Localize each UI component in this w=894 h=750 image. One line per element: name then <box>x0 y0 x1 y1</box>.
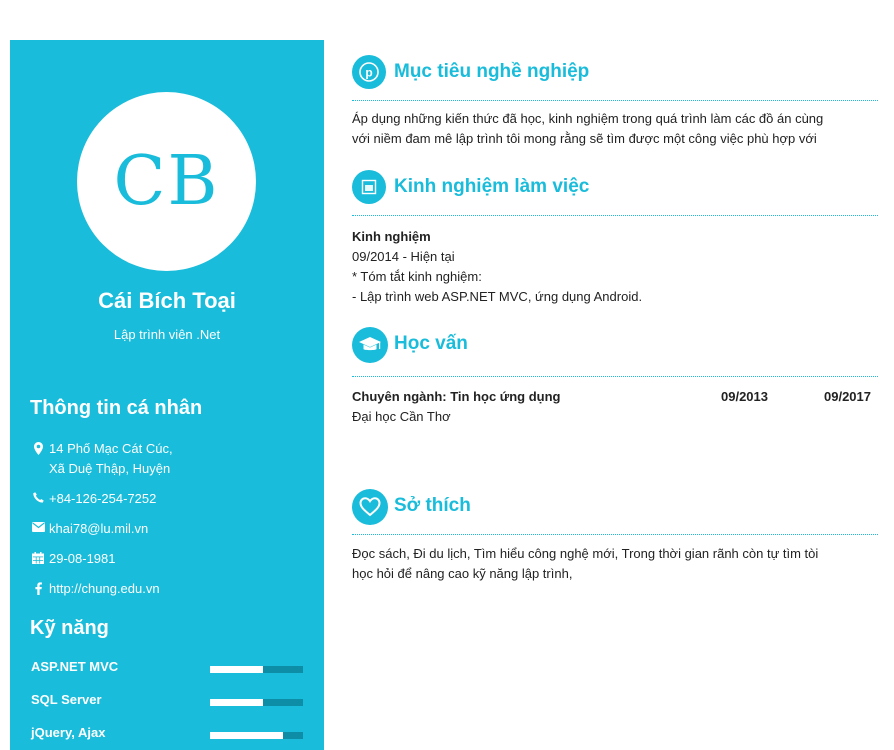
skill-level-bar <box>210 666 303 673</box>
skill-level-fill <box>210 699 263 706</box>
hobbies-header: Sở thích <box>352 489 878 525</box>
facebook-icon <box>28 579 48 595</box>
address-row: 14 Phố Mạc Cát Cúc, Xã Duệ Thập, Huyện <box>28 439 308 479</box>
experience-header: Kinh nghiệm làm việc <box>352 170 878 206</box>
education-header: Học vấn <box>352 327 878 363</box>
phone-text: +84-126-254-7252 <box>49 491 157 506</box>
skill-level-fill <box>210 666 263 673</box>
experience-period: 09/2014 - Hiện tại <box>352 249 455 264</box>
profile-name: Cái Bích Toại <box>98 288 236 313</box>
education-divider <box>352 376 878 377</box>
skill-row: jQuery, Ajax <box>31 723 303 743</box>
envelope-icon <box>28 519 48 532</box>
objective-line-2: với niềm đam mê lập trình tôi mong rằng … <box>352 131 817 146</box>
experience-summary-label: * Tóm tắt kinh nghiệm: <box>352 269 482 284</box>
skill-row: SQL Server <box>31 690 303 710</box>
birthday-row: 29-08-1981 <box>28 549 308 569</box>
education-title: Học vấn <box>394 333 468 354</box>
svg-text:p: p <box>365 66 372 80</box>
map-marker-icon <box>28 439 48 455</box>
website-row: http://chung.edu.vn <box>28 579 308 599</box>
hobbies-line-2: học hỏi để nâng cao kỹ năng lập trình, <box>352 566 573 581</box>
objective-text: Áp dụng những kiến thức đã học, kinh ngh… <box>352 109 882 149</box>
phone-row: +84-126-254-7252 <box>28 489 308 509</box>
hobbies-text: Đọc sách, Đi du lịch, Tìm hiểu công nghệ… <box>352 544 882 584</box>
experience-divider <box>352 215 878 216</box>
hobbies-divider <box>352 534 878 535</box>
education-start-date: 09/2013 <box>721 389 768 404</box>
address-text: 14 Phố Mạc Cát Cúc, Xã Duệ Thập, Huyện <box>48 439 173 479</box>
website-link[interactable]: http://chung.edu.vn <box>48 579 160 599</box>
objective-line-1: Áp dụng những kiến thức đã học, kinh ngh… <box>352 111 824 126</box>
personal-info-heading: Thông tin cá nhân <box>30 397 203 419</box>
profile-sidebar: CB Cái Bích Toại Lập trình viên .Net Thô… <box>10 40 324 750</box>
skills-heading: Kỹ năng <box>30 617 109 639</box>
email-row: khai78@lu.mil.vn <box>28 519 308 539</box>
experience-title: Kinh nghiệm làm việc <box>394 176 590 197</box>
birthday-text: 29-08-1981 <box>49 551 116 566</box>
objective-title: Mục tiêu nghề nghiệp <box>394 61 590 82</box>
avatar: CB <box>77 92 256 271</box>
hobbies-line-1: Đọc sách, Đi du lịch, Tìm hiểu công nghệ… <box>352 546 819 561</box>
skill-level-bar <box>210 699 303 706</box>
skill-label: ASP.NET MVC <box>31 659 119 674</box>
skill-label: SQL Server <box>31 692 102 707</box>
pinterest-icon: p <box>352 55 386 89</box>
hobbies-title: Sở thích <box>394 495 471 516</box>
address-line-1: 14 Phố Mạc Cát Cúc, <box>49 441 173 456</box>
experience-item: Kinh nghiệm 09/2014 - Hiện tại * Tóm tắt… <box>352 227 882 307</box>
experience-role: Kinh nghiệm <box>352 229 431 244</box>
phone-icon <box>28 489 48 503</box>
education-item: Chuyên ngành: Tin học ứng dụng 09/2013 0… <box>352 387 878 427</box>
skill-row: ASP.NET MVC <box>31 657 303 677</box>
graduation-cap-icon <box>352 327 388 363</box>
heart-icon <box>352 489 388 525</box>
objective-divider <box>352 100 878 101</box>
email-text: khai78@lu.mil.vn <box>49 521 149 536</box>
address-line-2: Xã Duệ Thập, Huyện <box>49 461 171 476</box>
education-school: Đại học Cần Thơ <box>352 409 451 424</box>
skill-level-fill <box>210 732 283 739</box>
skill-label: jQuery, Ajax <box>31 725 106 740</box>
objective-header: p Mục tiêu nghề nghiệp <box>352 55 878 91</box>
education-end-date: 09/2017 <box>824 389 871 404</box>
calendar-icon <box>28 549 48 564</box>
briefcase-icon <box>352 170 386 204</box>
skill-level-bar <box>210 732 303 739</box>
experience-detail: - Lập trình web ASP.NET MVC, ứng dụng An… <box>352 289 643 304</box>
profile-job-title: Lập trình viên .Net <box>113 327 221 342</box>
education-major: Chuyên ngành: Tin học ứng dụng <box>352 389 561 404</box>
